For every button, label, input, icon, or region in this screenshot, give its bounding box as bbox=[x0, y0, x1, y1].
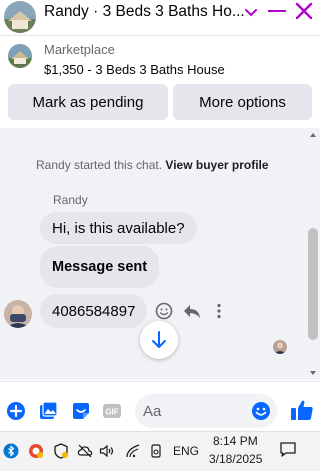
more-dots-icon[interactable] bbox=[214, 303, 224, 319]
seen-indicator-avatar bbox=[273, 340, 287, 354]
bluetooth-icon[interactable] bbox=[3, 443, 19, 459]
sender-name: Randy bbox=[53, 193, 88, 207]
clock-date[interactable]: 3/18/2025 bbox=[209, 452, 262, 466]
listing-title[interactable]: $1,350 - 3 Beds 3 Baths House bbox=[44, 62, 225, 77]
chat-title[interactable]: Randy · 3 Beds 3 Baths Ho... bbox=[44, 3, 245, 21]
listing-thumbnail[interactable] bbox=[8, 44, 32, 68]
system-message-text: Randy started this chat. bbox=[36, 158, 163, 172]
clock-time[interactable]: 8:14 PM bbox=[213, 434, 258, 448]
scroll-down-arrow[interactable] bbox=[310, 371, 316, 375]
gif-icon-label: GIF bbox=[105, 408, 118, 417]
thumbs-up-icon[interactable] bbox=[290, 398, 314, 422]
more-options-button[interactable]: More options bbox=[173, 84, 312, 120]
react-emoji-icon[interactable] bbox=[155, 302, 173, 320]
photo-icon[interactable] bbox=[38, 401, 58, 421]
input-language[interactable]: ENG bbox=[173, 444, 199, 458]
messenger-chat-window: Randy · 3 Beds 3 Baths Ho... Marketplace… bbox=[0, 0, 320, 471]
gif-icon[interactable]: GIF bbox=[102, 401, 122, 421]
reply-icon[interactable] bbox=[183, 303, 201, 319]
minimize-icon[interactable] bbox=[268, 10, 286, 12]
chevron-down-icon[interactable] bbox=[244, 6, 258, 20]
sticker-icon[interactable] bbox=[71, 401, 91, 421]
message-bubble[interactable]: Message sent bbox=[40, 246, 160, 288]
device-icon[interactable] bbox=[148, 443, 164, 459]
sender-avatar[interactable] bbox=[4, 300, 32, 328]
security-shield-icon[interactable] bbox=[53, 443, 69, 459]
message-bubble[interactable]: Hi, is this available? bbox=[40, 212, 197, 244]
contact-avatar[interactable] bbox=[4, 1, 36, 33]
plus-circle-icon[interactable] bbox=[6, 401, 26, 421]
notifications-icon[interactable] bbox=[279, 440, 297, 458]
scroll-to-bottom-button[interactable] bbox=[140, 321, 178, 359]
cloud-off-icon[interactable] bbox=[77, 443, 93, 459]
chat-header: Randy · 3 Beds 3 Baths Ho... bbox=[0, 0, 320, 36]
app-tray-icon[interactable] bbox=[28, 443, 44, 459]
message-bubble[interactable]: 4086584897 bbox=[40, 294, 148, 328]
arrow-down-icon bbox=[152, 331, 166, 348]
listing-source: Marketplace bbox=[44, 42, 115, 57]
system-message: Randy started this chat. View buyer prof… bbox=[36, 158, 269, 172]
emoji-icon[interactable] bbox=[251, 401, 271, 421]
message-input[interactable] bbox=[143, 401, 253, 421]
volume-icon[interactable] bbox=[99, 443, 115, 459]
view-buyer-profile-link[interactable]: View buyer profile bbox=[165, 158, 268, 172]
scroll-up-arrow[interactable] bbox=[310, 133, 316, 137]
mark-as-pending-button[interactable]: Mark as pending bbox=[8, 84, 168, 120]
scrollbar-thumb[interactable] bbox=[308, 228, 318, 340]
wifi-icon[interactable] bbox=[125, 443, 141, 459]
close-icon[interactable] bbox=[294, 1, 314, 21]
